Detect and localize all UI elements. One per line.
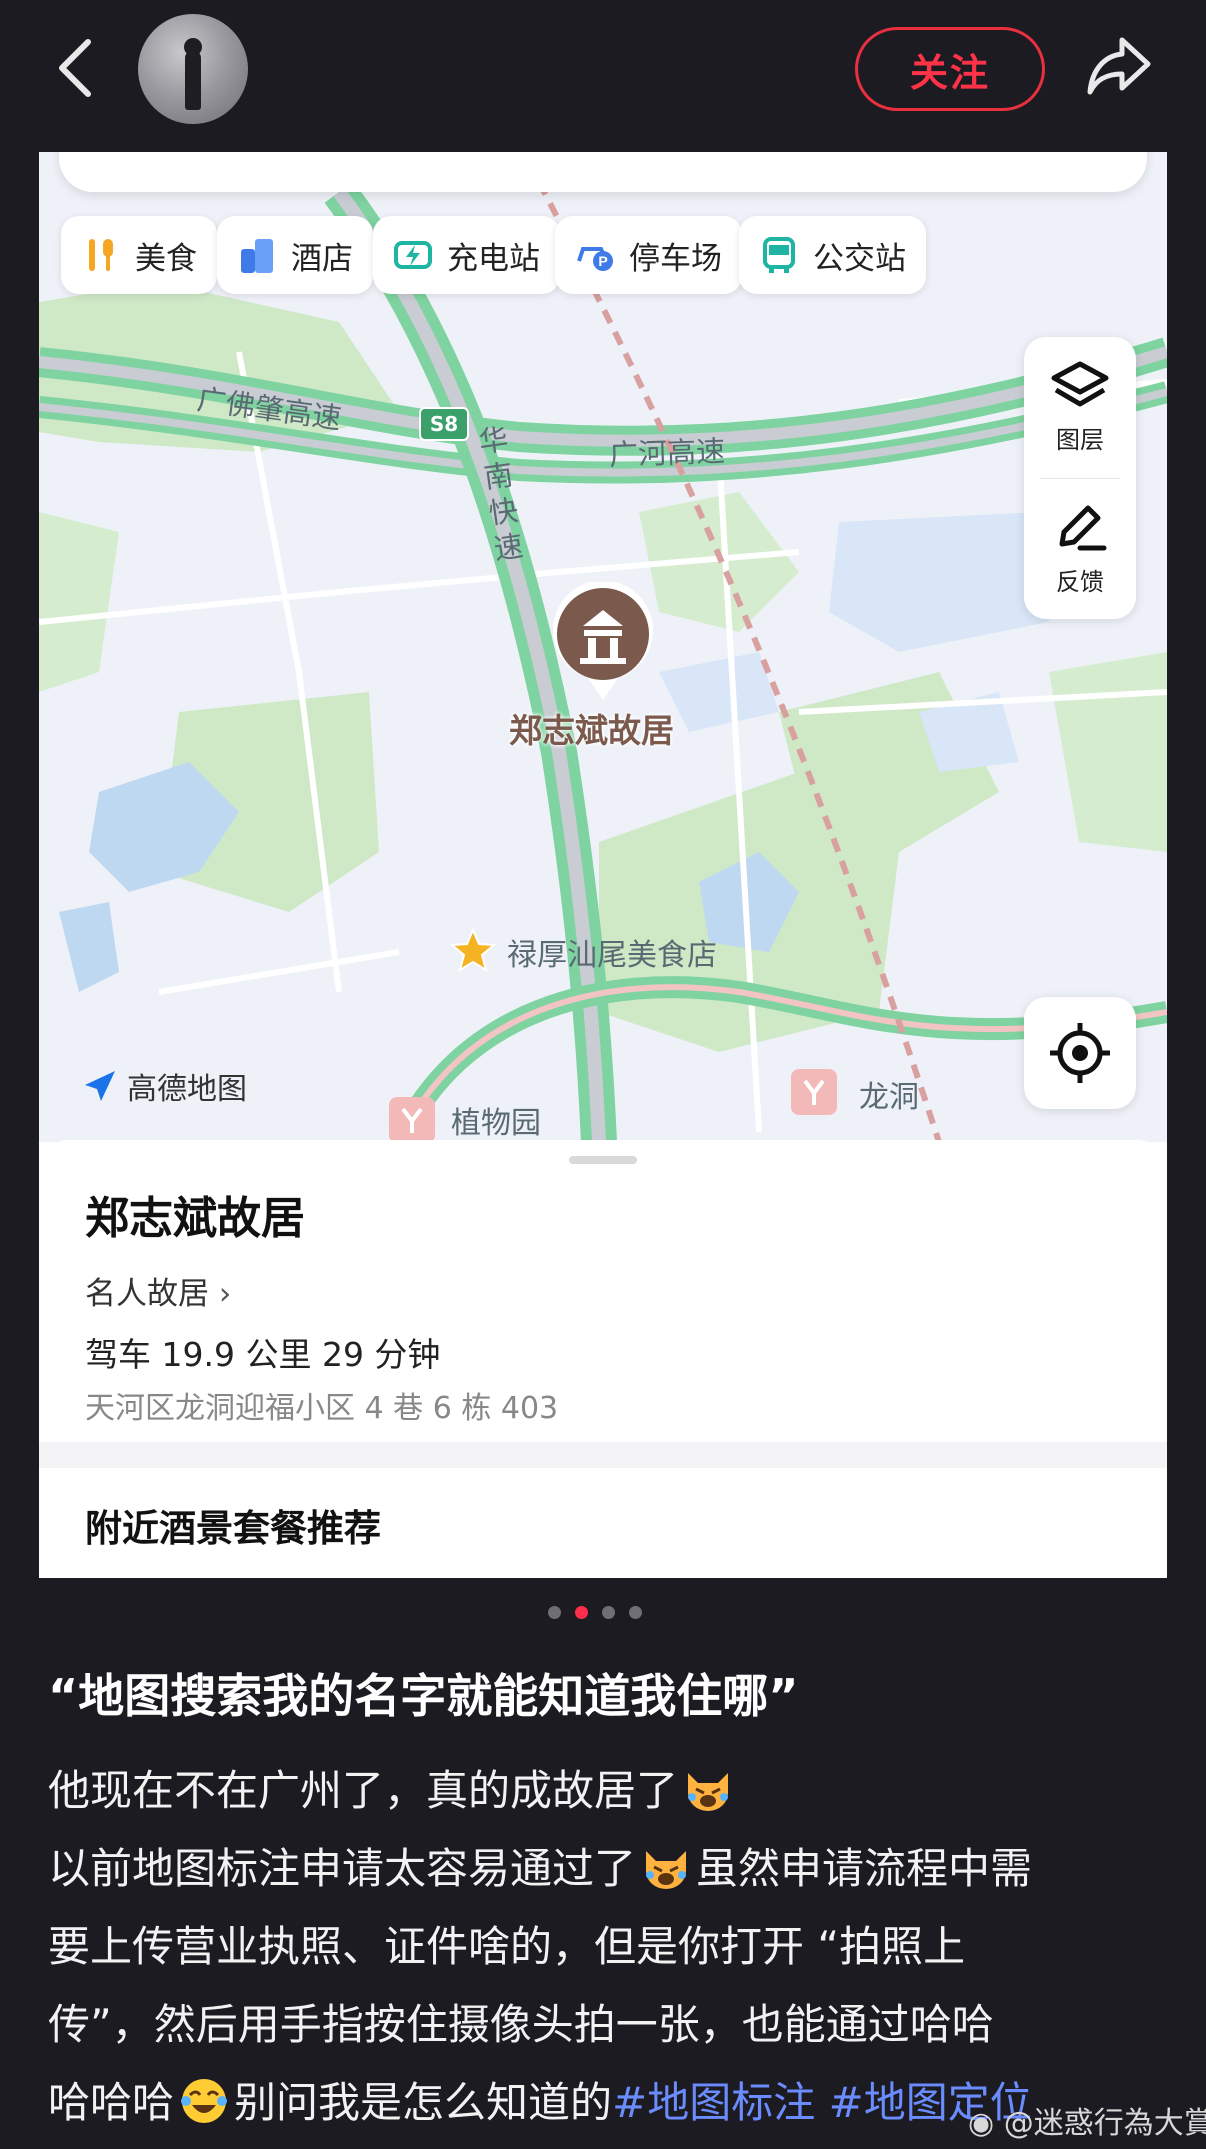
post-title: “地图搜索我的名字就能知道我住哪” (48, 1669, 799, 1723)
layers-icon (1051, 361, 1109, 406)
post-text: 别问我是怎么知道的 (234, 2078, 613, 2127)
road-label-guanghe: 广河高速 (608, 433, 726, 473)
chevron-left-icon (59, 39, 91, 97)
category-chip-label: 公交站 (813, 240, 906, 277)
post-line: 传”，然后用手指按住摄像头拍一张，也能通过哈哈 (48, 2000, 994, 2049)
search-bar[interactable] (59, 152, 1147, 192)
metro-station-icon (389, 1097, 435, 1143)
post-text: 哈哈哈 (48, 2078, 175, 2127)
avatar[interactable] (138, 14, 248, 124)
post-line: 要上传营业执照、证件啥的，但是你打开 “拍照上 (48, 1922, 966, 1971)
layers-label: 图层 (1056, 425, 1104, 454)
post-text: 以前地图标注申请太容易通过了 (48, 1844, 637, 1893)
category-chip-label: 充电站 (447, 240, 540, 277)
layers-button[interactable]: 图层 (1024, 337, 1136, 477)
nearby-section-title: 附近酒景套餐推荐 (85, 1507, 381, 1550)
category-chip-label: 美食 (135, 240, 197, 277)
chevron-right-icon: › (218, 1276, 232, 1312)
amap-logo: 高德地图 (81, 1064, 247, 1108)
post-image[interactable]: 美食 酒店 充电站 P 停车场 公交站 广佛肇高速 S8 广河高速 华南快速 图… (39, 152, 1167, 1578)
landmark-pin-icon (553, 580, 653, 700)
sheet-drag-handle[interactable] (569, 1156, 637, 1164)
tears-of-joy-emoji-icon (178, 2074, 230, 2126)
section-divider (39, 1442, 1167, 1468)
metro-station-icon (791, 1069, 837, 1115)
category-chip-label: 酒店 (291, 240, 353, 277)
charging-station-icon (393, 235, 433, 275)
poi-pin[interactable] (548, 580, 658, 704)
poi-drive-info: 驾车 19.9 公里 29 分钟 (85, 1335, 441, 1374)
follow-button[interactable]: 关注 (855, 27, 1045, 111)
restaurant-map-label: 禄厚汕尾美食店 (507, 938, 717, 973)
feedback-button[interactable]: 反馈 (1024, 479, 1136, 619)
category-chip-bus[interactable]: 公交站 (739, 216, 926, 294)
carousel-dot[interactable] (629, 1606, 642, 1619)
post-line: 以前地图标注申请太容易通过了 虽然申请流程中需 (48, 1830, 1168, 1908)
metro-station-label: 龙洞 (859, 1080, 919, 1115)
edit-pencil-icon (1059, 505, 1107, 550)
bus-icon (759, 235, 799, 275)
metro-station-label: 植物园 (451, 1106, 541, 1141)
category-chip-parking[interactable]: P 停车场 (555, 216, 742, 294)
map-side-panel: 图层 反馈 (1024, 337, 1136, 619)
poi-map-label: 郑志斌故居 (509, 711, 674, 750)
crosshair-icon (1050, 1023, 1110, 1083)
poi-title: 郑志斌故居 (85, 1193, 305, 1244)
feedback-label: 反馈 (1056, 567, 1104, 596)
share-icon (1087, 37, 1151, 95)
carousel-indicator (548, 1606, 642, 1619)
avatar-figure-body (185, 50, 201, 110)
laughing-cat-emoji-icon (640, 1840, 692, 1892)
poi-category-label: 名人故居 (85, 1276, 209, 1312)
carousel-dot-active[interactable] (575, 1606, 588, 1619)
parking-icon: P (575, 235, 615, 275)
hotel-icon (237, 235, 277, 275)
locate-button[interactable] (1024, 997, 1136, 1109)
star-icon (449, 927, 497, 975)
svg-text:P: P (598, 253, 607, 269)
highway-badge-s8: S8 (419, 407, 469, 441)
top-bar: 关注 (0, 0, 1206, 150)
poi-address: 天河区龙洞迎福小区 4 巷 6 栋 403 (85, 1391, 559, 1426)
hashtag-link[interactable]: #地图标注 (612, 2078, 815, 2127)
post-line: 他现在不在广州了，真的成故居了 (48, 1752, 1168, 1830)
carousel-dot[interactable] (602, 1606, 615, 1619)
share-button[interactable] (1082, 30, 1156, 102)
category-chip-label: 停车场 (629, 240, 722, 277)
post-text: 虽然申请流程中需 (696, 1844, 1033, 1893)
category-chip-charging[interactable]: 充电站 (373, 216, 560, 294)
poi-detail-sheet[interactable]: 郑志斌故居 名人故居 › 驾车 19.9 公里 29 分钟 天河区龙洞迎福小区 … (39, 1140, 1167, 1578)
category-chip-food[interactable]: 美食 (61, 216, 217, 294)
post-text: 他现在不在广州了，真的成故居了 (48, 1766, 679, 1815)
weibo-watermark: ◉ @迷惑行為大賞 (968, 2098, 1206, 2142)
watermark-text: @迷惑行為大賞 (1003, 2106, 1206, 2141)
post-body: 他现在不在广州了，真的成故居了 以前地图标注申请太容易通过了 虽然申请流程中需 要… (48, 1752, 1168, 2142)
weibo-logo-icon: ◉ (968, 2106, 995, 2141)
laughing-cat-emoji-icon (682, 1762, 734, 1814)
map-view[interactable]: 美食 酒店 充电站 P 停车场 公交站 广佛肇高速 S8 广河高速 华南快速 图… (39, 152, 1167, 1143)
poi-category-link[interactable]: 名人故居 › (85, 1268, 231, 1313)
amap-logo-icon (85, 1071, 115, 1101)
category-chip-hotel[interactable]: 酒店 (217, 216, 373, 294)
food-icon (81, 235, 121, 275)
back-button[interactable] (48, 32, 108, 104)
carousel-dot[interactable] (548, 1606, 561, 1619)
amap-logo-text: 高德地图 (127, 1072, 247, 1107)
